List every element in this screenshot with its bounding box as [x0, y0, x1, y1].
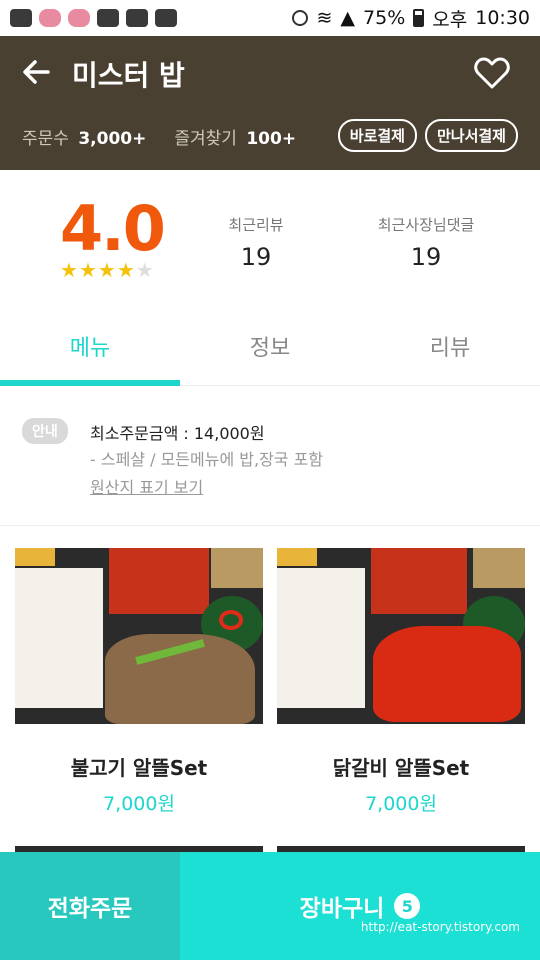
star-icon: ★: [60, 258, 79, 282]
app-pig-icon: [68, 9, 90, 27]
meet-pay-badge: 만나서결제: [424, 119, 518, 152]
notice-badge: 안내: [22, 418, 68, 444]
favorite-heart-icon[interactable]: [474, 56, 510, 90]
min-order-text: 최소주문금액 : 14,000원: [90, 424, 265, 443]
order-count-stat: 주문수 3,000+: [22, 124, 146, 149]
ampm: 오후: [432, 8, 468, 31]
back-arrow-icon[interactable]: [20, 56, 52, 88]
direct-pay-badge: 바로결제: [337, 119, 417, 152]
owner-reply-label: 최근사장님댓글: [377, 216, 475, 234]
recent-review-label: 최근리뷰: [228, 216, 284, 234]
battery-level: 75%: [363, 7, 406, 29]
signal-icon: ▲: [340, 7, 356, 29]
bottom-action-bar: 전화주문 장바구니 5 http://eat-story.tistory.com: [0, 852, 540, 960]
star-icon: ★: [78, 258, 98, 282]
app-pig-icon: [39, 9, 61, 27]
battery-icon: [413, 9, 425, 27]
store-header: 미스터 밥 주문수 3,000+ 즐겨찾기 100+ 바로결제 만나서결제: [0, 36, 540, 170]
tab-menu[interactable]: 메뉴: [0, 310, 180, 386]
wifi-icon: ≋: [316, 7, 333, 29]
cart-count-badge: 5: [394, 893, 421, 919]
star-icon: ★: [97, 258, 117, 282]
order-count-value: 3,000+: [78, 129, 147, 149]
status-bar: ≋ ▲ 75% 오후 10:30: [0, 0, 540, 36]
favorite-count-value: 100+: [246, 129, 297, 149]
cart-button[interactable]: 장바구니 5 http://eat-story.tistory.com: [180, 852, 540, 960]
tab-info[interactable]: 정보: [180, 310, 360, 385]
image-icon: [126, 9, 148, 27]
order-count-label: 주문수: [22, 129, 69, 149]
menu-item-price: 7,000원: [103, 793, 175, 815]
menu-item-name: 불고기 알뜰Set: [70, 756, 208, 780]
notification-icons: [10, 9, 177, 27]
notice-section: 안내 최소주문금액 : 14,000원 - 스페샬 / 모든메뉴에 밥,장국 포…: [0, 386, 540, 526]
rating-stars: ★★★★★: [60, 258, 155, 282]
cart-label: 장바구니: [299, 896, 385, 922]
store-title: 미스터 밥: [72, 59, 185, 92]
origin-link[interactable]: 원산지 표기 보기: [90, 474, 203, 498]
menu-item-photo: [277, 548, 525, 724]
favorite-count-stat: 즐겨찾기 100+: [174, 124, 296, 149]
menu-item[interactable]: 불고기 알뜰Set 7,000원: [15, 548, 263, 816]
rating-summary: 4.0 ★★★★★ 최근리뷰 19 최근사장님댓글 19: [0, 170, 540, 310]
tab-bar: 메뉴 정보 리뷰: [0, 310, 540, 386]
notice-note: - 스페샬 / 모든메뉴에 밥,장국 포함: [90, 450, 324, 469]
menu-item[interactable]: 닭갈비 알뜰Set 7,000원: [277, 548, 525, 816]
clock: 10:30: [475, 7, 530, 29]
menu-item-price: 7,000원: [365, 793, 437, 815]
menu-item-name: 닭갈비 알뜰Set: [332, 756, 470, 780]
menu-grid: 불고기 알뜰Set 7,000원 닭갈비 알뜰Set 7,000원: [0, 526, 540, 860]
rating-score: 4.0: [60, 192, 166, 265]
star-empty-icon: ★: [135, 258, 155, 282]
tab-review[interactable]: 리뷰: [360, 310, 540, 385]
menu-item-photo: [15, 548, 263, 724]
owner-reply-stat: 최근사장님댓글 19: [346, 214, 506, 271]
recent-review-count: 19: [240, 243, 272, 271]
sim-icon: [97, 9, 119, 27]
talk-icon: [155, 9, 177, 27]
recent-review-stat: 최근리뷰 19: [176, 214, 336, 271]
phone-order-button[interactable]: 전화주문: [0, 852, 180, 960]
payment-badges: 바로결제 만나서결제: [337, 119, 518, 152]
star-icon: ★: [116, 258, 136, 282]
chat-icon: [10, 9, 32, 27]
watermark: http://eat-story.tistory.com: [360, 920, 520, 934]
favorite-count-label: 즐겨찾기: [174, 129, 237, 149]
store-stats: 주문수 3,000+ 즐겨찾기 100+: [22, 124, 296, 149]
alarm-icon: [292, 10, 309, 26]
owner-reply-count: 19: [410, 243, 442, 271]
